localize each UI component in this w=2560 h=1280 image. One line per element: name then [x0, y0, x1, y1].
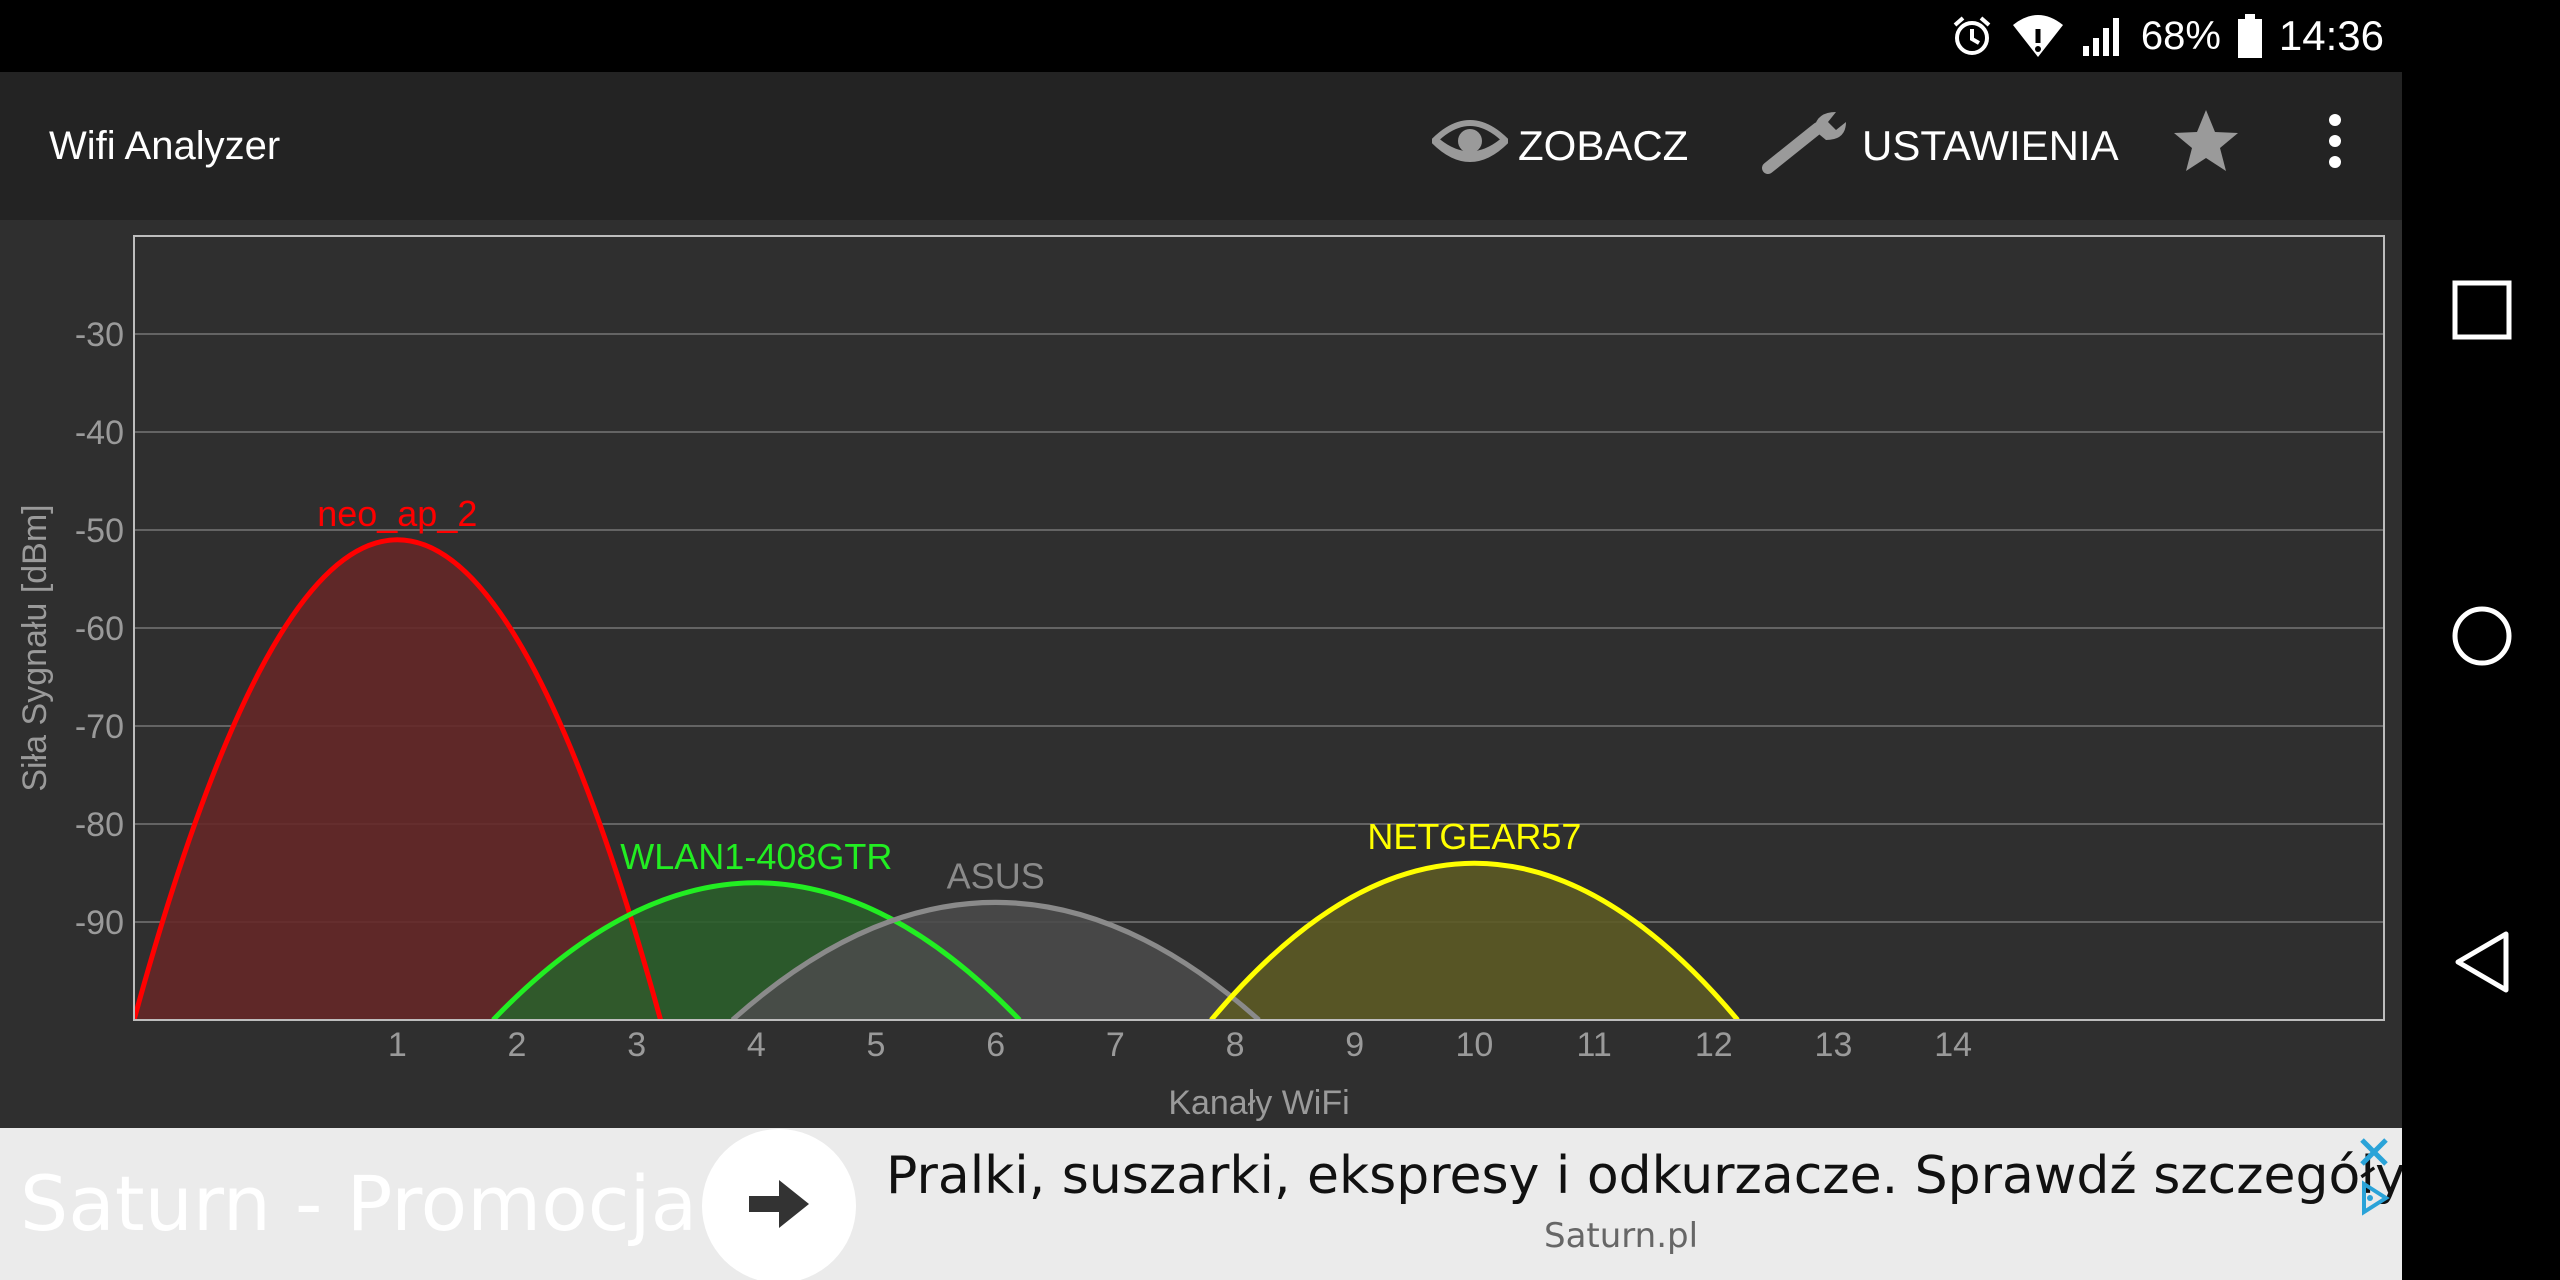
cellular-signal-icon — [2081, 16, 2125, 56]
x-tick-label: 5 — [867, 1026, 886, 1064]
overflow-menu-button[interactable] — [2320, 72, 2350, 220]
ad-domain[interactable]: Saturn.pl — [1544, 1216, 1698, 1256]
x-tick-label: 7 — [1106, 1026, 1125, 1064]
x-tick-label: 4 — [747, 1026, 766, 1064]
battery-percent: 68% — [2140, 13, 2221, 58]
network-label: WLAN1-408GTR — [620, 836, 892, 877]
x-tick-label: 10 — [1456, 1026, 1494, 1064]
y-tick-label: -90 — [75, 904, 124, 942]
home-button[interactable] — [2442, 598, 2522, 678]
y-tick-label: -40 — [75, 414, 124, 452]
ad-banner[interactable]: Saturn - Promocja Pralki, suszarki, eksp… — [0, 1128, 2402, 1280]
ad-headline[interactable]: Saturn - Promocja — [20, 1128, 697, 1280]
ad-arrow-button[interactable] — [702, 1129, 856, 1280]
y-tick-label: -30 — [75, 316, 124, 354]
favorite-button[interactable] — [2172, 72, 2240, 220]
settings-label: USTAWIENIA — [1862, 122, 2119, 169]
x-tick-label: 9 — [1345, 1026, 1364, 1064]
eye-icon — [1429, 115, 1511, 177]
y-tick-label: -60 — [75, 610, 124, 648]
y-axis-label: Siła Sygnału [dBm] — [16, 504, 54, 791]
view-label: ZOBACZ — [1518, 122, 1689, 169]
wifi-analyzer-app: 68% 14:36 Wifi Analyzer ZOBACZ USTAWIENI… — [0, 0, 2402, 1280]
arrow-right-icon — [747, 1178, 811, 1235]
x-tick-label: 12 — [1695, 1026, 1733, 1064]
x-tick-label: 6 — [986, 1026, 1005, 1064]
overflow-menu-icon — [2320, 113, 2350, 179]
wrench-icon — [1760, 108, 1852, 184]
navigation-bar — [2402, 0, 2560, 1280]
home-icon — [2451, 605, 2513, 672]
network-curves — [134, 537, 1740, 1020]
ad-choices-icon[interactable] — [2356, 1180, 2392, 1216]
x-tick-label: 8 — [1226, 1026, 1245, 1064]
network-label: ASUS — [947, 855, 1045, 896]
x-tick-label: 1 — [388, 1026, 407, 1064]
app-title: Wifi Analyzer — [49, 124, 281, 168]
status-icons: 68% 14:36 — [1949, 0, 2384, 72]
action-bar: Wifi Analyzer ZOBACZ USTAWIENIA — [0, 72, 2402, 220]
network-label: NETGEAR57 — [1367, 816, 1581, 857]
x-tick-label: 2 — [508, 1026, 527, 1064]
back-icon — [2452, 930, 2512, 999]
y-tick-label: -50 — [75, 512, 124, 550]
x-tick-label: 14 — [1934, 1026, 1972, 1064]
back-button[interactable] — [2442, 924, 2522, 1004]
recents-icon — [2452, 280, 2512, 345]
x-tick-label: 13 — [1815, 1026, 1853, 1064]
settings-button[interactable]: USTAWIENIA — [1760, 72, 2119, 220]
channel-graph-svg: -30-40-50-60-70-80-901 2 3 4 5 6 7 8 9 10 11 12 13 14… — [16, 235, 2385, 1122]
channel-graph: -30 -40 -50 -60 -70 -80 -90 1 2 3 4 5 6 7 8 9 10 11 12 13 14… — [0, 220, 2402, 1128]
y-tick-label: -70 — [75, 708, 124, 746]
view-button[interactable]: ZOBACZ — [1429, 72, 1689, 220]
battery-icon — [2237, 14, 2263, 58]
recents-button[interactable] — [2442, 272, 2522, 352]
y-tick-label: -80 — [75, 806, 124, 844]
x-axis-label: Kanały WiFi — [1168, 1084, 1349, 1122]
status-bar: 68% 14:36 — [0, 0, 2402, 72]
x-tick-label: 3 — [627, 1026, 646, 1064]
ad-close-icon[interactable] — [2356, 1134, 2392, 1170]
wifi-icon — [2011, 13, 2065, 59]
clock: 14:36 — [2278, 12, 2384, 59]
alarm-icon — [1949, 13, 1995, 59]
network-label: neo_ap_2 — [317, 493, 477, 534]
x-tick-label: 11 — [1576, 1026, 1611, 1064]
star-icon — [2172, 108, 2240, 184]
ad-text[interactable]: Pralki, suszarki, ekspresy i odkurzacze.… — [886, 1146, 2402, 1206]
